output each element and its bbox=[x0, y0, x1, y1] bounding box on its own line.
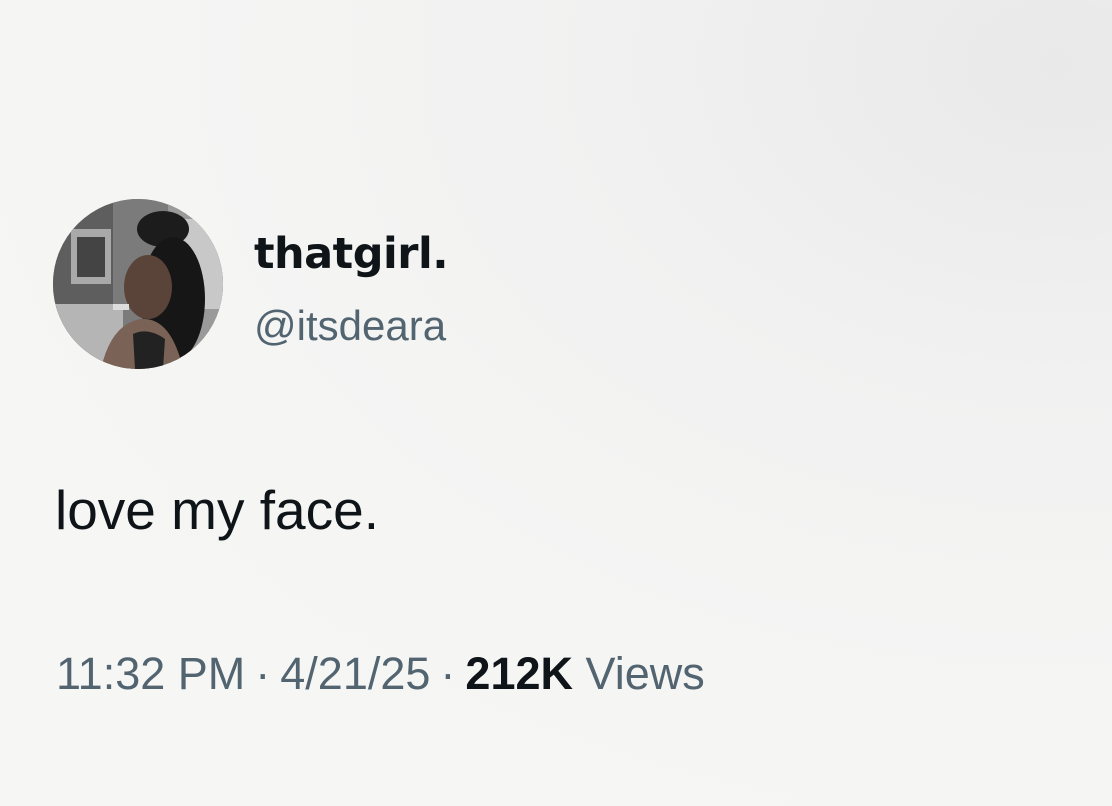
meta-separator: · bbox=[255, 648, 271, 699]
meta-separator: · bbox=[440, 648, 456, 699]
tweet-text: love my face. bbox=[55, 479, 380, 541]
tweet-meta: 11:32 PM · 4/21/25 · 212K Views bbox=[56, 643, 705, 705]
views-label: Views bbox=[585, 648, 705, 699]
display-name[interactable]: thatgirl. bbox=[254, 224, 449, 284]
avatar-photo bbox=[53, 199, 223, 369]
tweet-time[interactable]: 11:32 PM bbox=[56, 648, 245, 699]
avatar[interactable] bbox=[53, 199, 223, 369]
tweet-date[interactable]: 4/21/25 bbox=[280, 648, 430, 699]
user-handle[interactable]: @itsdeara bbox=[254, 298, 446, 354]
views-count[interactable]: 212K bbox=[465, 648, 573, 699]
tweet-card: thatgirl. @itsdeara love my face. 11:32 … bbox=[0, 0, 1112, 806]
